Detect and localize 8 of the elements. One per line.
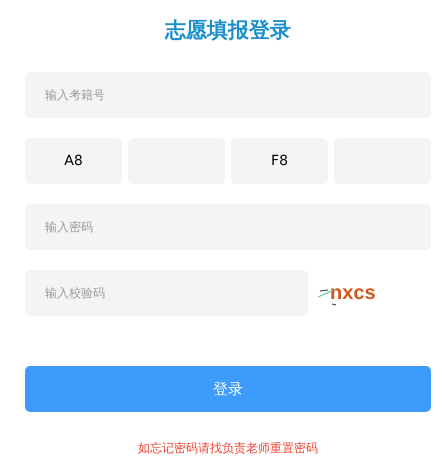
exam-number-field[interactable]: 输入考籍号 xyxy=(25,72,431,118)
page-title: 志愿填报登录 xyxy=(165,17,291,44)
captcha-field[interactable]: 输入校验码 xyxy=(25,270,308,316)
forgot-password-note: 如忘记密码请找负责老师重置密码 xyxy=(138,440,318,457)
code-field[interactable]: F8 xyxy=(231,138,328,184)
code-field[interactable]: A8 xyxy=(25,138,122,184)
captcha-text[interactable]: nxcs xyxy=(330,282,376,304)
password-field[interactable]: 输入密码 xyxy=(25,204,431,250)
